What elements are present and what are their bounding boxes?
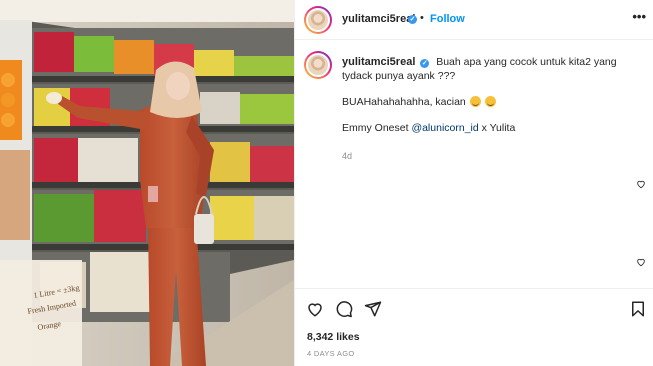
more-horizontal-icon[interactable]: ••• xyxy=(632,10,646,24)
header-separator: • xyxy=(420,12,424,24)
heart-icon[interactable] xyxy=(636,179,646,189)
caption-avatar[interactable] xyxy=(304,51,332,79)
post-caption: yulitamci5real ✓ Buah apa yang cocok unt… xyxy=(342,55,632,163)
follow-button[interactable]: Follow xyxy=(430,13,465,25)
grinning-face-emoji xyxy=(469,96,481,107)
post-header: yulitamci5real ✓ • Follow ••• xyxy=(295,0,653,40)
caption-time-ago[interactable]: 4d xyxy=(342,149,632,163)
verified-badge-icon: ✓ xyxy=(408,15,417,24)
comment-icon[interactable] xyxy=(335,300,353,318)
author-avatar[interactable] xyxy=(304,6,332,34)
post-photo[interactable]: 1 Litre = ±3kg Fresh Imported Orange xyxy=(0,0,294,366)
bookmark-icon[interactable] xyxy=(629,300,647,318)
caption-line-2: BUAHahahahahha, kacian xyxy=(342,96,466,108)
mention-link[interactable]: @alunicorn_id xyxy=(411,122,478,134)
caption-line-3-suffix: x Yulita xyxy=(478,122,516,134)
post-actions: 8,342 likes 4 DAYS AGO xyxy=(295,288,653,366)
comments-section: yulitamci5real ✓ Buah apa yang cocok unt… xyxy=(295,41,653,288)
likes-count[interactable]: 8,342 likes xyxy=(307,331,360,343)
supermarket-fruit-photo: 1 Litre = ±3kg Fresh Imported Orange xyxy=(0,0,294,366)
posted-time[interactable]: 4 DAYS AGO xyxy=(307,349,354,358)
heart-icon[interactable] xyxy=(306,300,324,318)
grinning-face-emoji xyxy=(484,96,496,107)
heart-icon[interactable] xyxy=(636,257,646,267)
send-icon[interactable] xyxy=(364,300,382,318)
author-username[interactable]: yulitamci5real xyxy=(342,13,415,25)
caption-line-3-prefix: Emmy Oneset xyxy=(342,122,412,134)
post-side-panel: yulitamci5real ✓ • Follow ••• yulitamci5… xyxy=(294,0,653,366)
verified-badge-icon: ✓ xyxy=(420,59,430,68)
caption-username[interactable]: yulitamci5real xyxy=(342,56,415,68)
